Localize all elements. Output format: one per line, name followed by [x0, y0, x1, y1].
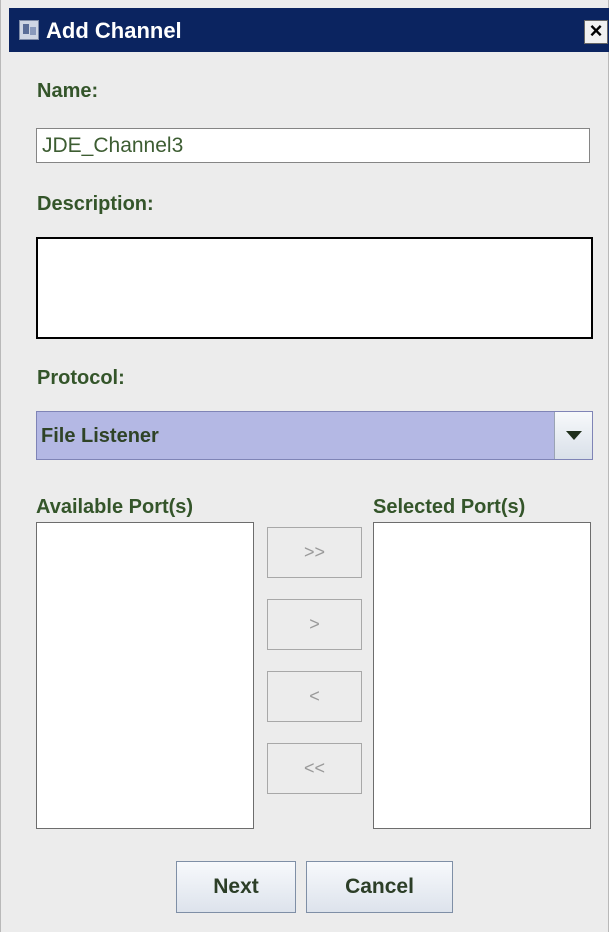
title-bar[interactable]: Add Channel ×	[9, 8, 609, 52]
name-field[interactable]: JDE_Channel3	[36, 128, 590, 163]
protocol-dropdown[interactable]: File Listener	[36, 411, 593, 460]
next-button[interactable]: Next	[176, 861, 296, 913]
cancel-button[interactable]: Cancel	[306, 861, 453, 913]
name-label: Name:	[37, 80, 99, 102]
app-window-icon	[19, 20, 39, 40]
remove-port-button[interactable]: <	[267, 671, 362, 722]
close-button[interactable]: ×	[584, 20, 608, 44]
add-port-button[interactable]: >	[267, 599, 362, 650]
add-channel-dialog: Add Channel × Name: JDE_Channel3 Descrip…	[0, 0, 609, 932]
protocol-label: Protocol:	[37, 367, 125, 389]
selected-ports-list[interactable]	[373, 522, 591, 829]
description-field[interactable]	[36, 237, 593, 339]
protocol-selected-value: File Listener	[41, 425, 159, 447]
available-ports-label: Available Port(s)	[36, 496, 194, 518]
chevron-down-icon[interactable]	[554, 412, 592, 459]
description-label: Description:	[37, 193, 154, 215]
remove-all-ports-button[interactable]: <<	[267, 743, 362, 794]
available-ports-list[interactable]	[36, 522, 254, 829]
selected-ports-label: Selected Port(s)	[373, 496, 526, 518]
add-all-ports-button[interactable]: >>	[267, 527, 362, 578]
window-title: Add Channel	[46, 18, 182, 43]
